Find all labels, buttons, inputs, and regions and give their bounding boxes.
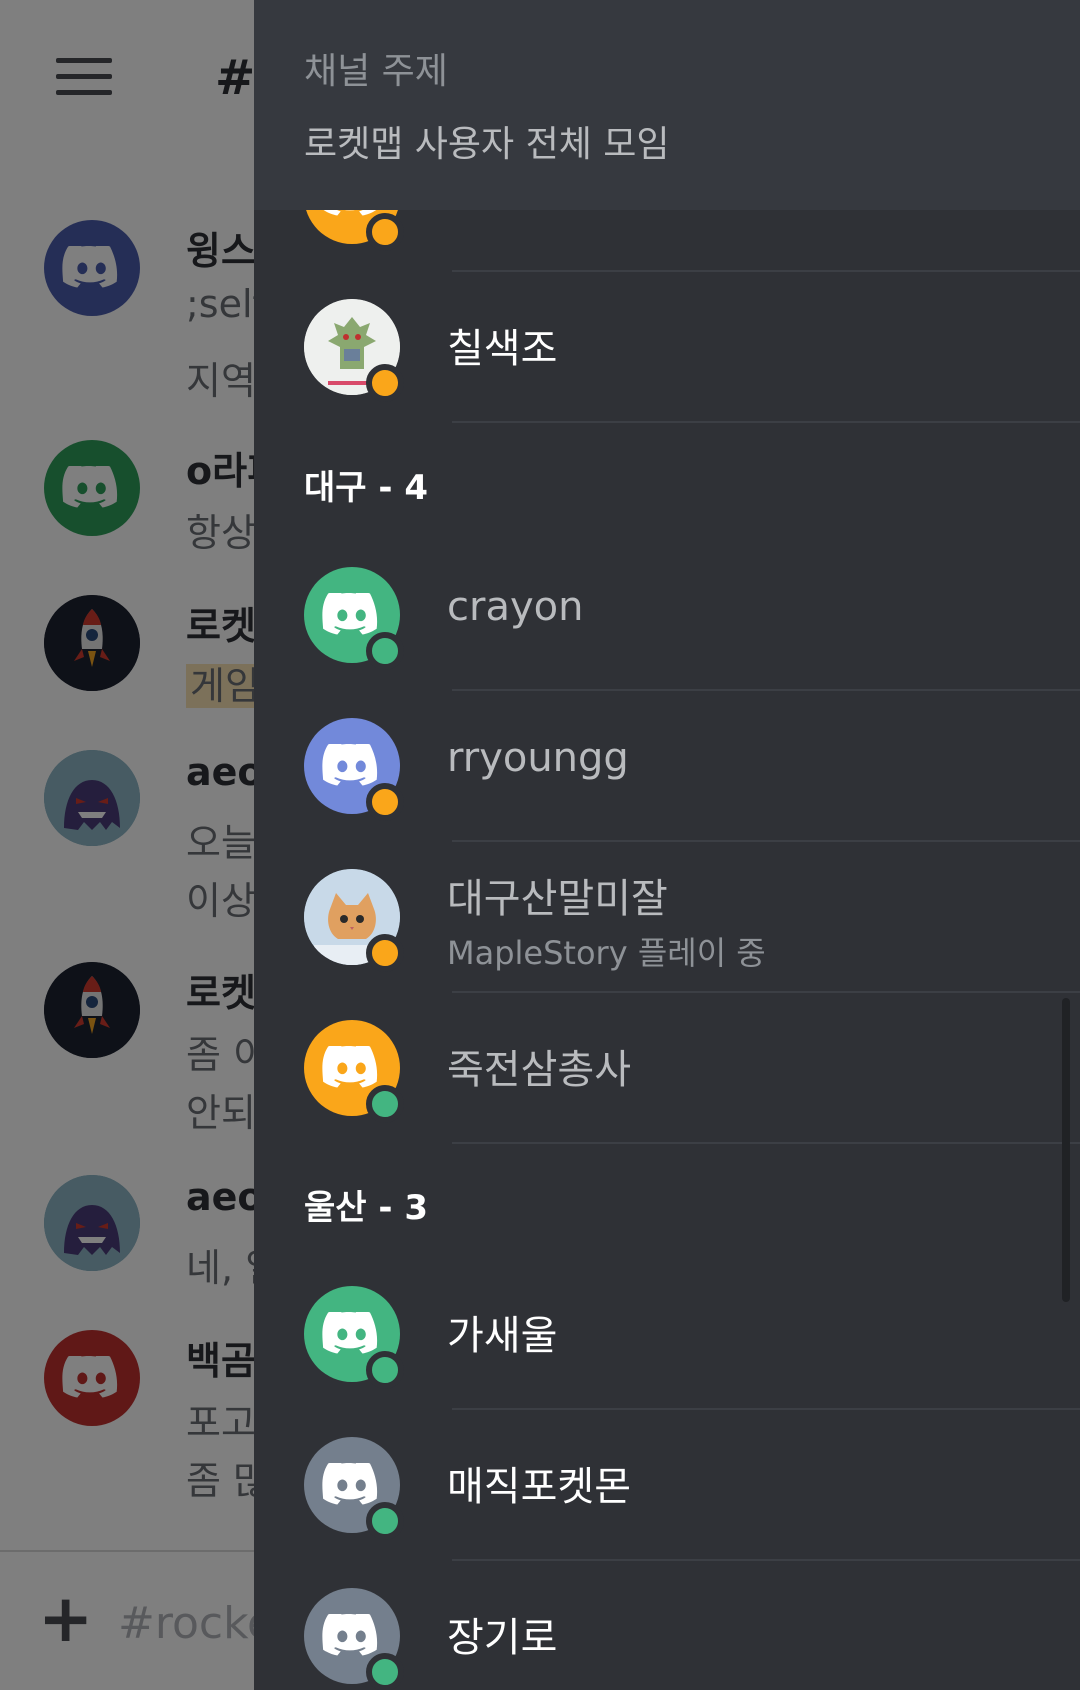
- online-status-icon: [366, 1653, 404, 1690]
- section-header: 울산 - 3: [304, 1188, 429, 1228]
- idle-status-icon: [366, 783, 404, 821]
- member-name: 장기로: [447, 1615, 558, 1661]
- idle-status-icon: [366, 934, 404, 972]
- idle-status-icon: [366, 213, 404, 251]
- member-name: 매직포켓몬: [447, 1464, 631, 1510]
- idle-status-icon: [366, 364, 404, 402]
- member-name: rryoungg: [447, 735, 629, 781]
- member-name: 죽전삼총사: [447, 1047, 631, 1093]
- member-item[interactable]: 매직포켓몬: [254, 1410, 1080, 1561]
- member-item[interactable]: 칠색조: [254, 272, 1080, 423]
- online-status-icon: [366, 1351, 404, 1389]
- online-status-icon: [366, 1502, 404, 1540]
- member-activity: MapleStory 플레이 중: [447, 934, 766, 972]
- member-name: 대구산말미잘: [447, 876, 668, 922]
- online-status-icon: [366, 632, 404, 670]
- member-item[interactable]: rryoungg: [254, 691, 1080, 842]
- section-header: 대구 - 4: [304, 468, 429, 508]
- channel-topic: 채널 주제 로켓맵 사용자 전체 모임: [254, 0, 1080, 210]
- topic-label: 채널 주제: [304, 51, 448, 92]
- member-item[interactable]: 죽전삼총사: [254, 993, 1080, 1144]
- member-item[interactable]: 가새울: [254, 1259, 1080, 1410]
- topic-text: 로켓맵 사용자 전체 모임: [304, 124, 670, 165]
- member-name: 가새울: [447, 1313, 558, 1359]
- member-item[interactable]: crayon: [254, 540, 1080, 691]
- divider: [452, 421, 1080, 423]
- member-item[interactable]: 장기로: [254, 1561, 1080, 1690]
- scrollbar[interactable]: [1062, 998, 1070, 1302]
- member-name: 칠색조: [447, 326, 558, 372]
- online-status-icon: [366, 1085, 404, 1123]
- member-name: crayon: [447, 584, 584, 630]
- member-item[interactable]: 대구산말미잘 MapleStory 플레이 중: [254, 842, 1080, 993]
- member-drawer: 채널 주제 로켓맵 사용자 전체 모임 칠색조 대구 - 4 crayon rr…: [254, 0, 1080, 1690]
- divider: [452, 1142, 1080, 1144]
